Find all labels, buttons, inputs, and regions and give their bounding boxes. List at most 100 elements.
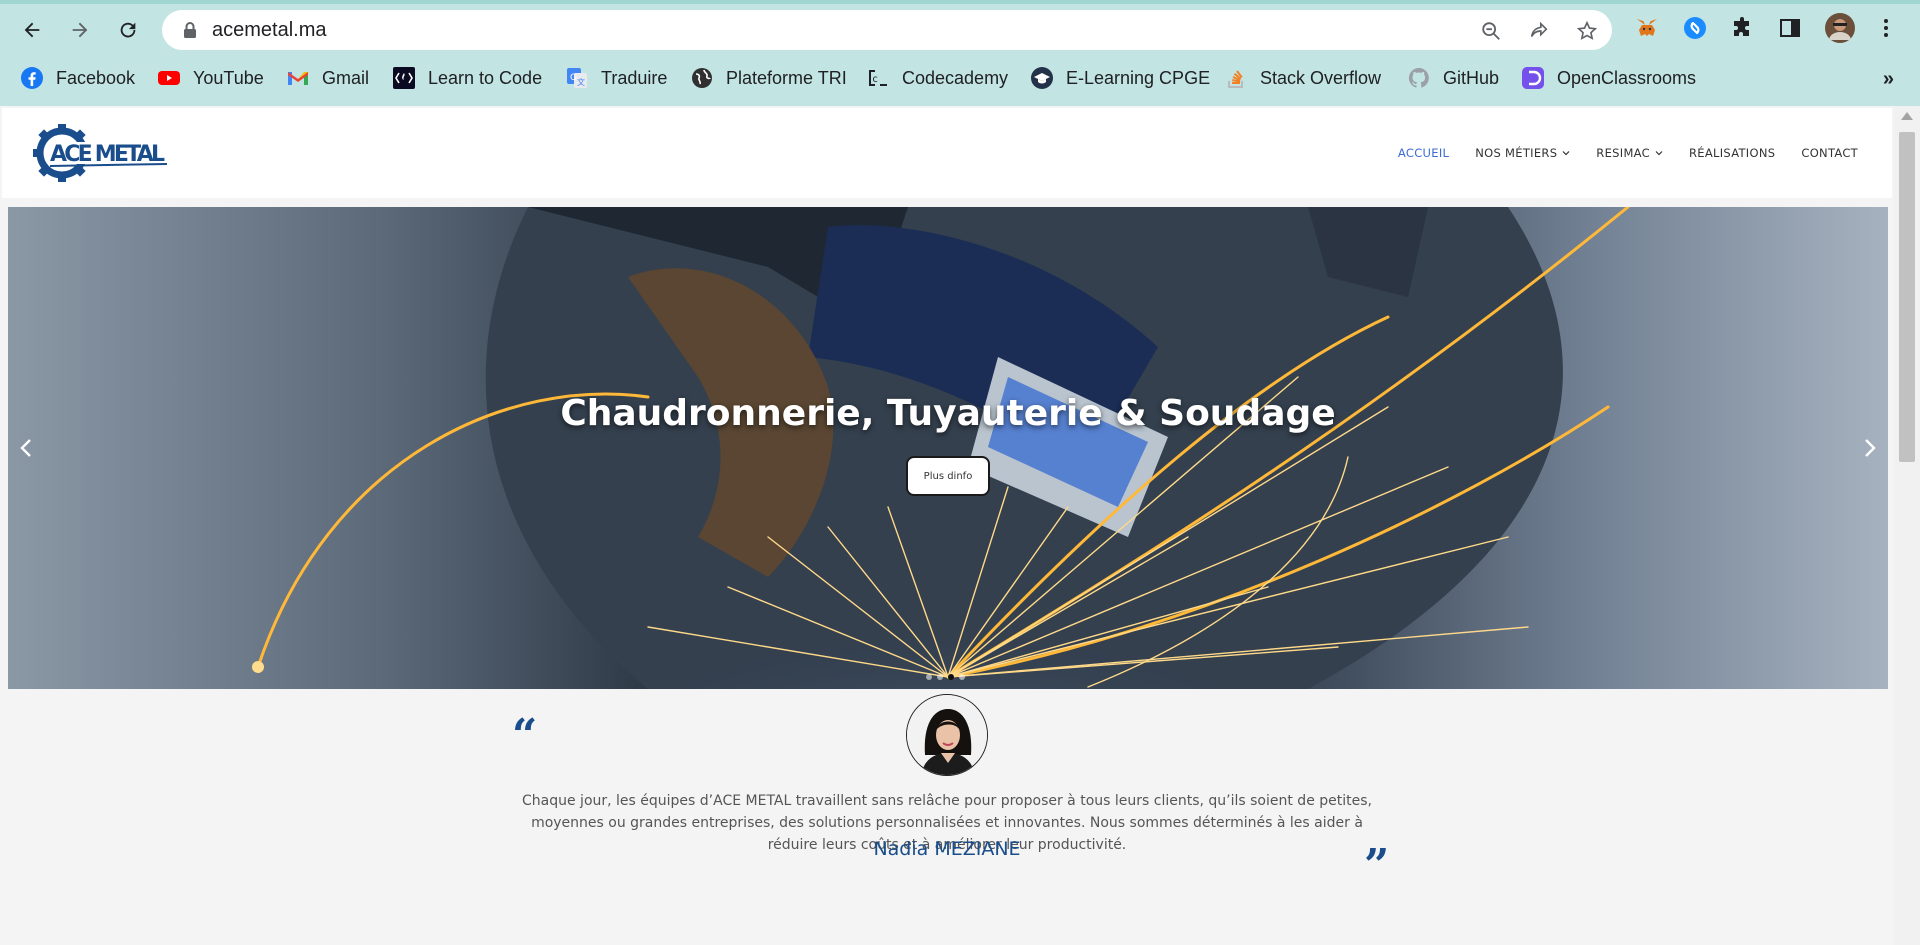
main-navigation: ACCUEIL NOS MÉTIERS RESIMAC RÉALISATIONS… [1398, 146, 1858, 160]
stackoverflow-icon [1224, 66, 1248, 90]
codecademy-icon: c [866, 66, 890, 90]
bookmark-youtube[interactable]: YouTube [157, 64, 264, 92]
nav-nos-metiers[interactable]: NOS MÉTIERS [1475, 146, 1570, 160]
bookmark-elearning-cpge[interactable]: E-Learning CPGE [1030, 64, 1210, 92]
slider-prev-button[interactable] [14, 431, 38, 465]
slider-dot[interactable] [959, 674, 965, 680]
bookmark-plateforme-tri[interactable]: Plateforme TRI [690, 64, 847, 92]
freecodecamp-icon [392, 66, 416, 90]
ace-metal-logo[interactable]: ACE METAL [32, 120, 172, 186]
logo-text: ACE METAL [50, 142, 165, 167]
more-info-button[interactable]: Plus dinfo [906, 456, 990, 496]
bookmark-label: YouTube [193, 67, 264, 88]
testimonial-author: Nadia MEZIANE [873, 838, 1021, 860]
address-bar[interactable]: acemetal.ma [162, 10, 1612, 50]
bookmark-label: OpenClassrooms [1557, 67, 1697, 88]
nav-realisations[interactable]: RÉALISATIONS [1689, 146, 1775, 160]
share-button[interactable] [1526, 18, 1552, 44]
google-translate-icon: G文 [565, 66, 589, 90]
profile-avatar[interactable] [1824, 12, 1856, 44]
fox-icon [1637, 19, 1657, 36]
nav-resimac[interactable]: RESIMAC [1596, 146, 1663, 160]
bookmark-stack-overflow[interactable]: Stack Overflow [1224, 64, 1381, 92]
chevron-down-icon [1655, 151, 1663, 156]
shazam-extension[interactable] [1681, 14, 1709, 42]
forward-button[interactable] [64, 14, 96, 46]
chevron-down-icon [1562, 151, 1570, 156]
globe-icon [690, 66, 714, 90]
svg-text:c: c [872, 74, 878, 85]
hero-title: Chaudronnerie, Tuyauterie & Soudage [560, 393, 1336, 434]
bookmark-github[interactable]: GitHub [1407, 64, 1499, 92]
share-icon [1530, 21, 1548, 37]
metamask-extension[interactable] [1633, 14, 1661, 42]
youtube-icon [157, 66, 181, 90]
welding-sparks-image [8, 207, 1888, 689]
bookmark-star-button[interactable] [1574, 18, 1600, 44]
svg-text:文: 文 [577, 77, 585, 87]
open-quote-icon: “ [512, 710, 538, 761]
slider-dot[interactable] [937, 674, 943, 680]
reload-icon [120, 22, 136, 38]
nav-contact[interactable]: CONTACT [1801, 146, 1858, 160]
slider-dot[interactable] [926, 674, 932, 680]
arrow-left-icon [24, 22, 40, 38]
bookmarks-overflow-button[interactable]: » [1883, 68, 1894, 91]
slider-dots [926, 674, 965, 680]
bookmark-facebook[interactable]: Facebook [20, 64, 135, 92]
url-text: acemetal.ma [212, 19, 327, 41]
scrollbar-thumb[interactable] [1899, 132, 1915, 462]
profile-photo-icon [1825, 13, 1855, 43]
bookmark-codecademy[interactable]: c Codecademy [866, 64, 1008, 92]
person-photo-icon [907, 695, 987, 775]
side-panel-button[interactable] [1776, 14, 1804, 42]
browser-toolbar: acemetal.ma [0, 6, 1920, 54]
gmail-icon [286, 66, 310, 90]
chevron-right-icon [1865, 439, 1876, 457]
nav-label: RESIMAC [1596, 146, 1650, 160]
bookmark-label: Gmail [322, 67, 370, 88]
testimonial-section: “ Chaque jour, les équipes d’ACE METAL t… [0, 694, 1894, 945]
extensions-button[interactable] [1728, 14, 1756, 42]
nav-label: RÉALISATIONS [1688, 146, 1776, 160]
chevron-left-icon [20, 439, 31, 457]
puzzle-icon [1734, 17, 1749, 36]
back-button[interactable] [16, 14, 48, 46]
testimonial-avatar [906, 694, 988, 776]
nav-accueil[interactable]: ACCUEIL [1398, 146, 1449, 160]
svg-text:G: G [570, 73, 577, 83]
bookmark-label: Facebook [56, 67, 136, 88]
slider-dot-active[interactable] [948, 674, 954, 680]
scroll-up-arrow-icon[interactable] [1901, 112, 1913, 120]
facebook-icon [20, 66, 44, 90]
github-icon [1407, 66, 1431, 90]
bookmark-gmail[interactable]: Gmail [286, 64, 369, 92]
shazam-icon [1684, 17, 1706, 39]
star-icon [1576, 20, 1598, 40]
tab-strip-edge [0, 0, 1920, 4]
nav-label: ACCUEIL [1397, 146, 1450, 160]
bookmark-traduire[interactable]: G文 Traduire [565, 64, 667, 92]
bookmark-label: Plateforme TRI [726, 67, 847, 88]
bookmark-learn-to-code[interactable]: Learn to Code [392, 64, 542, 92]
openclassrooms-icon [1521, 66, 1545, 90]
reload-button[interactable] [112, 14, 144, 46]
page-scrollbar[interactable] [1894, 106, 1920, 945]
bookmarks-bar: Facebook YouTube Gmail Learn to Code G文 … [0, 58, 1920, 98]
arrow-right-icon [72, 22, 88, 38]
zoom-out-icon [1482, 22, 1500, 40]
slider-next-button[interactable] [1858, 431, 1882, 465]
bookmark-label: Learn to Code [428, 67, 543, 88]
bookmark-label: E-Learning CPGE [1066, 67, 1211, 88]
graduation-cap-icon [1030, 66, 1054, 90]
site-header: ACE METAL ACCUEIL NOS MÉTIERS RESIMAC RÉ… [2, 108, 1892, 198]
nav-label: CONTACT [1801, 146, 1858, 160]
zoom-button[interactable] [1478, 18, 1504, 44]
browser-chrome: acemetal.ma Facebook YouTube Gmail Learn… [0, 0, 1920, 106]
bookmark-label: GitHub [1443, 67, 1500, 88]
bookmark-openclassrooms[interactable]: OpenClassrooms [1521, 64, 1696, 92]
browser-menu-button[interactable] [1872, 14, 1900, 42]
bookmark-label: Stack Overflow [1260, 67, 1382, 88]
hero-slider: Chaudronnerie, Tuyauterie & Soudage Plus… [8, 207, 1888, 689]
side-panel-icon [1780, 19, 1800, 37]
